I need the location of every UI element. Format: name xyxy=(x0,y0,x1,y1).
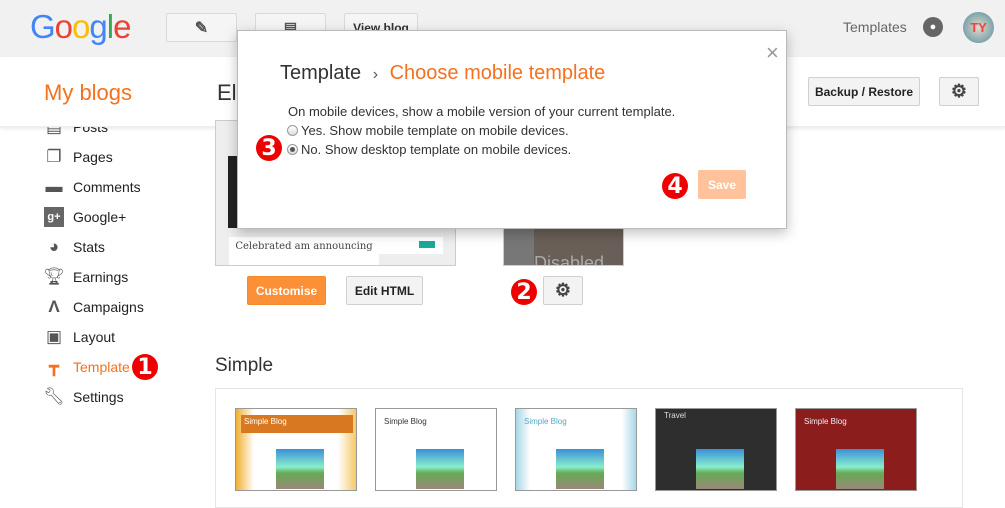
wrench-icon: 🔧︎ xyxy=(43,387,65,406)
save-button[interactable]: Save xyxy=(698,170,746,199)
edit-html-button[interactable]: Edit HTML xyxy=(346,276,423,305)
thumb-title: Simple Blog xyxy=(244,417,287,426)
sidebar-item-template[interactable]: ┳ Template xyxy=(44,352,130,382)
gear-icon: ⚙ xyxy=(950,81,968,101)
sidebar-item-campaigns[interactable]: Λ Campaigns xyxy=(44,292,144,322)
sidebar-item-label: Layout xyxy=(73,329,116,345)
section-title: Simple xyxy=(215,355,274,376)
bell-icon[interactable]: ● xyxy=(923,17,943,37)
dialog-description: On mobile devices, show a mobile version… xyxy=(288,104,676,119)
trophy-icon: 🏆︎ xyxy=(43,267,65,286)
sidebar-item-pages[interactable]: ❐ Pages xyxy=(44,142,113,172)
breadcrumb-template: Template xyxy=(280,62,362,84)
radio-label: Yes. Show mobile template on mobile devi… xyxy=(301,123,569,138)
template-thumb[interactable]: Simple Blog xyxy=(375,408,497,491)
dialog-title: Template › Choose mobile template xyxy=(280,62,605,85)
radio-label: No. Show desktop template on mobile devi… xyxy=(301,142,572,157)
template-thumb[interactable]: Simple Blog xyxy=(515,408,637,491)
sidebar-item-label: Pages xyxy=(73,149,113,165)
my-blogs-link[interactable]: My blogs xyxy=(44,80,132,106)
google-plus-icon: g+ xyxy=(44,207,64,227)
thumb-title: Simple Blog xyxy=(804,417,847,426)
annotation-badge-2: 2 xyxy=(511,279,537,305)
paint-roller-icon: ┳ xyxy=(48,357,60,376)
pie-chart-icon: ◕ xyxy=(48,237,60,256)
breadcrumb-current: Choose mobile template xyxy=(389,62,606,84)
adwords-icon: Λ xyxy=(48,297,60,316)
close-icon[interactable]: × xyxy=(766,40,779,66)
radio-button-selected[interactable] xyxy=(287,144,298,155)
layout-icon: ▣ xyxy=(45,327,63,346)
thumb-title: Simple Blog xyxy=(524,417,567,426)
mobile-disabled-label: Disabled xyxy=(534,253,605,266)
settings-gear-button[interactable]: ⚙ xyxy=(939,77,979,106)
mobile-template-dialog: Template › Choose mobile template × On m… xyxy=(237,30,787,229)
template-thumb[interactable]: Simple Blog xyxy=(235,408,357,491)
preview-search xyxy=(377,237,443,254)
sidebar-item-stats[interactable]: ◕ Stats xyxy=(44,232,105,262)
backup-restore-button[interactable]: Backup / Restore xyxy=(808,77,920,106)
comment-icon: ▬ xyxy=(45,177,63,196)
preview-post-title: Celebrated am announcing xyxy=(229,237,379,265)
annotation-badge-3: 3 xyxy=(256,135,282,161)
customise-button[interactable]: Customise xyxy=(247,276,326,305)
google-logo[interactable]: Google xyxy=(30,8,131,46)
annotation-badge-4: 4 xyxy=(662,173,688,199)
sidebar-item-comments[interactable]: ▬ Comments xyxy=(44,172,141,202)
sidebar-item-label: Stats xyxy=(73,239,105,255)
sidebar-item-layout[interactable]: ▣ Layout xyxy=(44,322,115,352)
sidebar-item-label: Campaigns xyxy=(73,299,144,315)
pages-icon: ❐ xyxy=(46,147,62,166)
sidebar-item-label: Settings xyxy=(73,389,124,405)
radio-no-desktop[interactable]: No. Show desktop template on mobile devi… xyxy=(287,142,571,157)
sidebar-item-google-plus[interactable]: g+ Google+ xyxy=(44,202,126,232)
mobile-settings-button[interactable]: ⚙ xyxy=(543,276,583,305)
template-thumb[interactable]: Travel xyxy=(655,408,777,491)
template-thumb[interactable]: Simple Blog xyxy=(795,408,917,491)
templates-link[interactable]: Templates xyxy=(843,19,907,35)
annotation-badge-1: 1 xyxy=(132,354,158,380)
thumb-title: Simple Blog xyxy=(384,417,427,426)
breadcrumb-separator: › xyxy=(372,66,379,83)
gear-icon: ⚙ xyxy=(554,280,572,300)
radio-yes-mobile[interactable]: Yes. Show mobile template on mobile devi… xyxy=(287,123,569,138)
sidebar-item-settings[interactable]: 🔧︎ Settings xyxy=(43,382,124,412)
thumb-title: Travel xyxy=(664,411,686,420)
sidebar-item-label: Comments xyxy=(73,179,141,195)
sidebar-item-earnings[interactable]: 🏆︎ Earnings xyxy=(43,262,129,292)
radio-button[interactable] xyxy=(287,125,298,136)
pencil-icon: ✎ xyxy=(194,19,209,37)
avatar[interactable]: TY xyxy=(963,12,994,43)
sidebar-item-label: Google+ xyxy=(73,209,127,225)
sidebar-item-label: Template xyxy=(73,359,130,375)
new-post-button[interactable]: ✎ xyxy=(166,13,237,42)
sidebar-item-label: Earnings xyxy=(73,269,129,285)
